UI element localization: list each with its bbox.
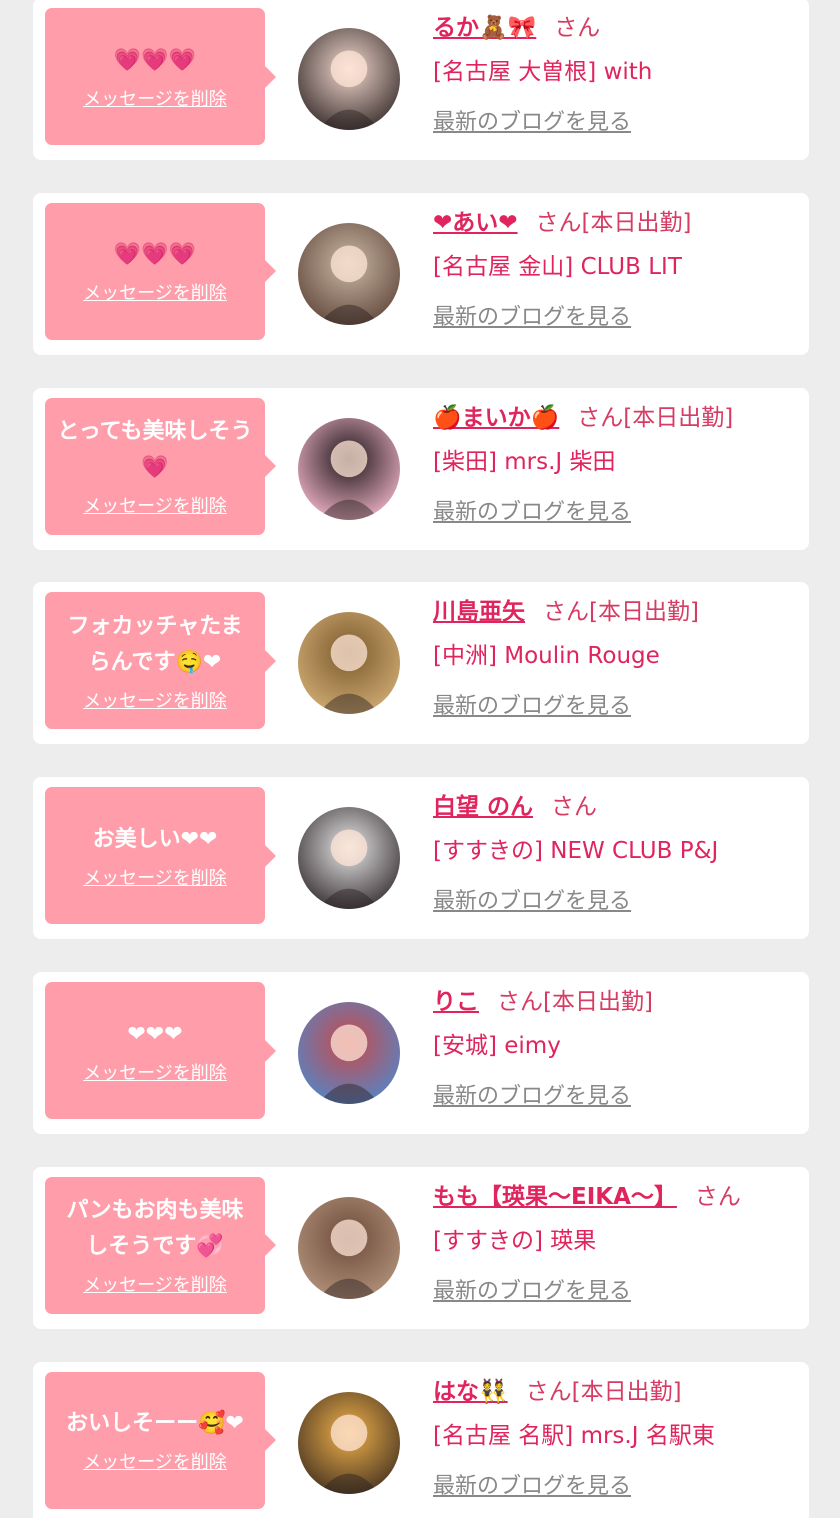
message-text: おいしそーー🥰❤ [66, 1411, 244, 1437]
latest-blog-link[interactable]: 最新のブログを見る [433, 688, 631, 720]
girl-name-link[interactable]: るか🧸🎀 [433, 15, 536, 41]
avatar[interactable] [298, 1002, 400, 1104]
shop-location: [柴田] mrs.J 柴田 [433, 448, 616, 475]
message-bubble: 💗💗💗 メッセージを削除 [45, 8, 276, 145]
profile-info: はな👯 さん[本日出勤] [名古屋 名駅] mrs.J 名駅東 最新のブログを見る [433, 1370, 799, 1500]
message-bubble: ❤❤❤ メッセージを削除 [45, 982, 276, 1119]
message-card: 💗💗💗 メッセージを削除 ❤あい❤ さん[本日出勤] [名古屋 金山] CLUB… [33, 192, 809, 355]
message-bubble: お美しい❤❤ メッセージを削除 [45, 787, 276, 925]
latest-blog-link[interactable]: 最新のブログを見る [433, 494, 631, 526]
latest-blog-link[interactable]: 最新のブログを見る [433, 299, 631, 331]
message-text: とっても美味しそう💗 [57, 419, 253, 481]
profile-photo-icon [298, 28, 400, 130]
latest-blog-link[interactable]: 最新のブログを見る [433, 883, 631, 915]
profile-info: もも【瑛果〜EIKA〜】 さん [すすきの] 瑛果 最新のブログを見る [433, 1175, 799, 1305]
message-text: ❤❤❤ [127, 1021, 183, 1047]
message-card: おいしそーー🥰❤ メッセージを削除 はな👯 さん[本日出勤] [名古屋 名駅] … [33, 1361, 809, 1518]
profile-photo-icon [298, 417, 400, 520]
message-bubble: フォカッチャたまらんです🤤❤ メッセージを削除 [45, 592, 276, 730]
honorific-status: さん [551, 794, 598, 821]
message-card: 💗💗💗 メッセージを削除 るか🧸🎀 さん [名古屋 大曽根] with 最新のブ… [33, 0, 809, 160]
delete-message-link[interactable]: メッセージを削除 [83, 687, 227, 713]
honorific-status: さん[本日出勤] [543, 599, 699, 626]
shop-location: [すすきの] NEW CLUB P&J [433, 838, 719, 865]
avatar[interactable] [298, 807, 400, 910]
profile-info: ❤あい❤ さん[本日出勤] [名古屋 金山] CLUB LIT 最新のブログを見る [433, 201, 799, 331]
latest-blog-link[interactable]: 最新のブログを見る [433, 1078, 631, 1110]
message-text: お美しい❤❤ [92, 826, 218, 852]
profile-info: るか🧸🎀 さん [名古屋 大曽根] with 最新のブログを見る [433, 6, 799, 136]
honorific-status: さん[本日出勤] [577, 404, 734, 431]
latest-blog-link[interactable]: 最新のブログを見る [433, 1468, 631, 1500]
profile-photo-icon [298, 1002, 400, 1104]
message-card: とっても美味しそう💗 メッセージを削除 🍎まいか🍎 さん[本日出勤] [柴田] … [33, 387, 809, 550]
shop-location: [安城] eimy [433, 1033, 561, 1059]
shop-location: [名古屋 金山] CLUB LIT [433, 253, 682, 280]
profile-photo-icon [298, 222, 400, 325]
girl-name-link[interactable]: もも【瑛果〜EIKA〜】 [433, 1184, 677, 1210]
delete-message-link[interactable]: メッセージを削除 [83, 279, 227, 305]
message-text: 💗💗💗 [113, 242, 197, 268]
shop-location: [名古屋 名駅] mrs.J 名駅東 [433, 1422, 715, 1449]
shop-location: [すすきの] 瑛果 [433, 1227, 597, 1254]
profile-photo-icon [298, 1391, 400, 1494]
girl-name-link[interactable]: 🍎まいか🍎 [433, 405, 559, 431]
profile-info: 川島亜矢 さん[本日出勤] [中洲] Moulin Rouge 最新のブログを見る [433, 590, 799, 720]
delete-message-link[interactable]: メッセージを削除 [83, 1448, 227, 1474]
latest-blog-link[interactable]: 最新のブログを見る [433, 104, 631, 136]
profile-photo-icon [298, 1196, 400, 1299]
girl-name-link[interactable]: はな👯 [433, 1379, 508, 1405]
shop-location: [中洲] Moulin Rouge [433, 643, 660, 670]
profile-info: 白望 のん さん [すすきの] NEW CLUB P&J 最新のブログを見る [433, 785, 799, 915]
message-text: 💗💗💗 [113, 47, 197, 73]
profile-photo-icon [298, 807, 400, 910]
honorific-status: さん[本日出勤] [525, 1378, 682, 1405]
girl-name-link[interactable]: 川島亜矢 [433, 599, 525, 625]
message-text: パンもお肉も美味しそうです💞 [66, 1198, 244, 1260]
message-card: フォカッチャたまらんです🤤❤ メッセージを削除 川島亜矢 さん[本日出勤] [中… [33, 582, 809, 745]
message-bubble: おいしそーー🥰❤ メッセージを削除 [45, 1371, 276, 1509]
delete-message-link[interactable]: メッセージを削除 [83, 85, 227, 111]
profile-info: 🍎まいか🍎 さん[本日出勤] [柴田] mrs.J 柴田 最新のブログを見る [433, 396, 799, 526]
message-bubble: 💗💗💗 メッセージを削除 [45, 202, 276, 340]
shop-location: [名古屋 大曽根] with [433, 59, 653, 85]
girl-name-link[interactable]: 白望 のん [433, 794, 533, 820]
girl-name-link[interactable]: りこ [433, 989, 479, 1015]
message-bubble: パンもお肉も美味しそうです💞 メッセージを削除 [45, 1176, 276, 1314]
message-card: パンもお肉も美味しそうです💞 メッセージを削除 もも【瑛果〜EIKA〜】さん [33, 1166, 809, 1329]
message-text: フォカッチャたまらんです🤤❤ [67, 613, 243, 675]
message-bubble: とっても美味しそう💗 メッセージを削除 [45, 397, 276, 535]
delete-message-link[interactable]: メッセージを削除 [83, 1271, 227, 1297]
girl-name-link[interactable]: ❤あい❤ [433, 210, 518, 236]
profile-photo-icon [298, 612, 400, 715]
avatar[interactable] [298, 1391, 400, 1494]
avatar[interactable] [298, 1196, 400, 1299]
honorific-status: さん [554, 15, 601, 41]
honorific-status: さん[本日出勤] [535, 209, 692, 236]
avatar[interactable] [298, 28, 400, 130]
message-card: ❤❤❤ メッセージを削除 りこ さん[本日出勤] [安城] eimy 最新のブロ… [33, 972, 809, 1134]
delete-message-link[interactable]: メッセージを削除 [83, 1059, 227, 1085]
avatar[interactable] [298, 417, 400, 520]
avatar[interactable] [298, 222, 400, 325]
honorific-status: さん[本日出勤] [497, 989, 653, 1015]
profile-info: りこ さん[本日出勤] [安城] eimy 最新のブログを見る [433, 980, 799, 1110]
delete-message-link[interactable]: メッセージを削除 [83, 864, 227, 890]
message-list: 💗💗💗 メッセージを削除 るか🧸🎀 さん [名古屋 大曽根] with 最新のブ… [0, 0, 840, 1518]
delete-message-link[interactable]: メッセージを削除 [83, 492, 227, 518]
honorific-status: さん [694, 1183, 741, 1210]
latest-blog-link[interactable]: 最新のブログを見る [433, 1273, 631, 1305]
message-card: お美しい❤❤ メッセージを削除 白望 のんさん [すすきの] NEW CLUB [33, 777, 809, 940]
avatar[interactable] [298, 612, 400, 715]
